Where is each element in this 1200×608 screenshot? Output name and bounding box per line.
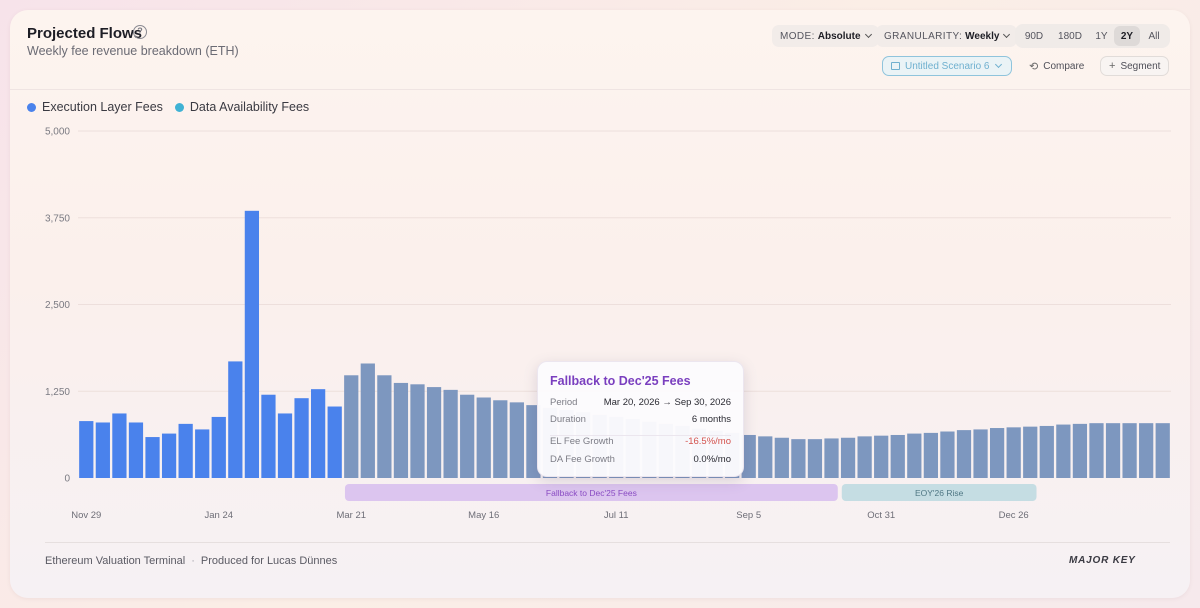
bar-actual (311, 389, 326, 478)
tooltip-value: 6 months (691, 414, 731, 425)
bar-actual (277, 413, 293, 478)
tooltip-title: Fallback to Dec'25 Fees (550, 374, 691, 388)
segment-label: Fallback to Dec'25 Fees (546, 488, 637, 498)
bar-projected (1105, 423, 1121, 478)
bar-projected (443, 389, 458, 478)
tooltip-key: DA Fee Growth (550, 454, 615, 465)
bar-actual (228, 361, 243, 478)
tooltip-key: Period (550, 397, 578, 408)
x-tick-label: Oct 31 (867, 510, 895, 521)
y-tick-label: 1,250 (45, 387, 70, 398)
bar-actual (178, 423, 193, 478)
x-tick-label: Sep 5 (736, 510, 761, 521)
bar-projected (923, 432, 938, 478)
bar-projected (907, 433, 922, 478)
x-tick-label: Mar 21 (336, 510, 366, 521)
bar-projected (840, 437, 856, 478)
bar-projected (1056, 424, 1071, 478)
bar-projected (509, 402, 524, 478)
bar-projected (360, 363, 375, 478)
x-tick-label: Nov 29 (71, 510, 101, 521)
y-tick-label: 0 (64, 474, 70, 485)
bar-projected (874, 435, 889, 478)
bar-actual (128, 422, 144, 478)
bar-projected (956, 430, 972, 478)
bar-projected (758, 436, 773, 478)
footer-separator: · (191, 555, 195, 567)
tooltip-key: EL Fee Growth (550, 436, 614, 447)
bar-actual (195, 429, 210, 478)
tooltip-row: Duration 6 months (550, 414, 731, 425)
tooltip-row: DA Fee Growth 0.0%/mo (550, 454, 731, 465)
bar-projected (940, 431, 955, 478)
bar-projected (890, 434, 905, 478)
x-tick-label: May 16 (468, 510, 499, 521)
bar-projected (807, 439, 823, 478)
y-tick-label: 2,500 (45, 300, 70, 311)
footer-app-name: Ethereum Valuation Terminal (45, 555, 186, 567)
bar-projected (857, 436, 872, 478)
bar-projected (1155, 423, 1170, 478)
bar-projected (973, 429, 988, 478)
bar-projected (377, 375, 392, 478)
bar-actual (145, 437, 160, 478)
tooltip-key: Duration (550, 414, 586, 425)
bar-projected (1139, 423, 1154, 478)
bar-actual (112, 413, 127, 478)
x-tick-label: Jan 24 (204, 510, 233, 521)
x-tick-label: Jul 11 (604, 510, 629, 521)
bar-projected (1089, 423, 1104, 478)
footer-text: Ethereum Valuation Terminal · Produced for… (45, 555, 337, 567)
segment-tooltip: Fallback to Dec'25 Fees Period Mar 20, 2… (537, 361, 744, 477)
bar-projected (1039, 425, 1054, 478)
bar-projected (344, 375, 359, 478)
bar-actual (244, 210, 260, 478)
bar-actual (294, 398, 309, 478)
brand-logo: MAJOR KEY (1069, 555, 1136, 566)
y-tick-label: 3,750 (45, 213, 70, 224)
bar-projected (1072, 423, 1088, 478)
bar-projected (824, 438, 839, 478)
x-tick-label: Dec 26 (999, 510, 1029, 521)
y-tick-label: 5,000 (45, 127, 70, 138)
bar-actual (261, 394, 276, 478)
tooltip-value: -16.5%/mo (685, 436, 731, 447)
bar-projected (460, 394, 475, 478)
tooltip-value: Mar 20, 2026 → Sep 30, 2026 (603, 397, 731, 408)
bar-actual (95, 422, 110, 478)
tooltip-value: 0.0%/mo (693, 454, 732, 465)
tooltip-row: Period Mar 20, 2026 → Sep 30, 2026 (550, 397, 731, 408)
bar-projected (1006, 427, 1021, 478)
bar-actual (327, 406, 342, 478)
bar-projected (1023, 426, 1038, 478)
bar-projected (393, 382, 409, 478)
bar-projected (493, 400, 508, 478)
bar-actual (211, 416, 226, 478)
bar-actual (161, 433, 177, 478)
tooltip-row: EL Fee Growth -16.5%/mo (550, 436, 731, 447)
bar-projected (1122, 423, 1137, 478)
bar-actual (79, 421, 94, 478)
bar-projected (476, 397, 491, 478)
footer-divider (45, 542, 1170, 543)
segment-label: EOY'26 Rise (915, 488, 964, 498)
bar-projected (410, 384, 425, 478)
bar-projected (426, 387, 442, 478)
bar-projected (791, 439, 806, 478)
footer-produced-for: Produced for Lucas Dünnes (200, 555, 338, 567)
bar-projected (989, 428, 1005, 478)
bar-projected (774, 437, 789, 478)
